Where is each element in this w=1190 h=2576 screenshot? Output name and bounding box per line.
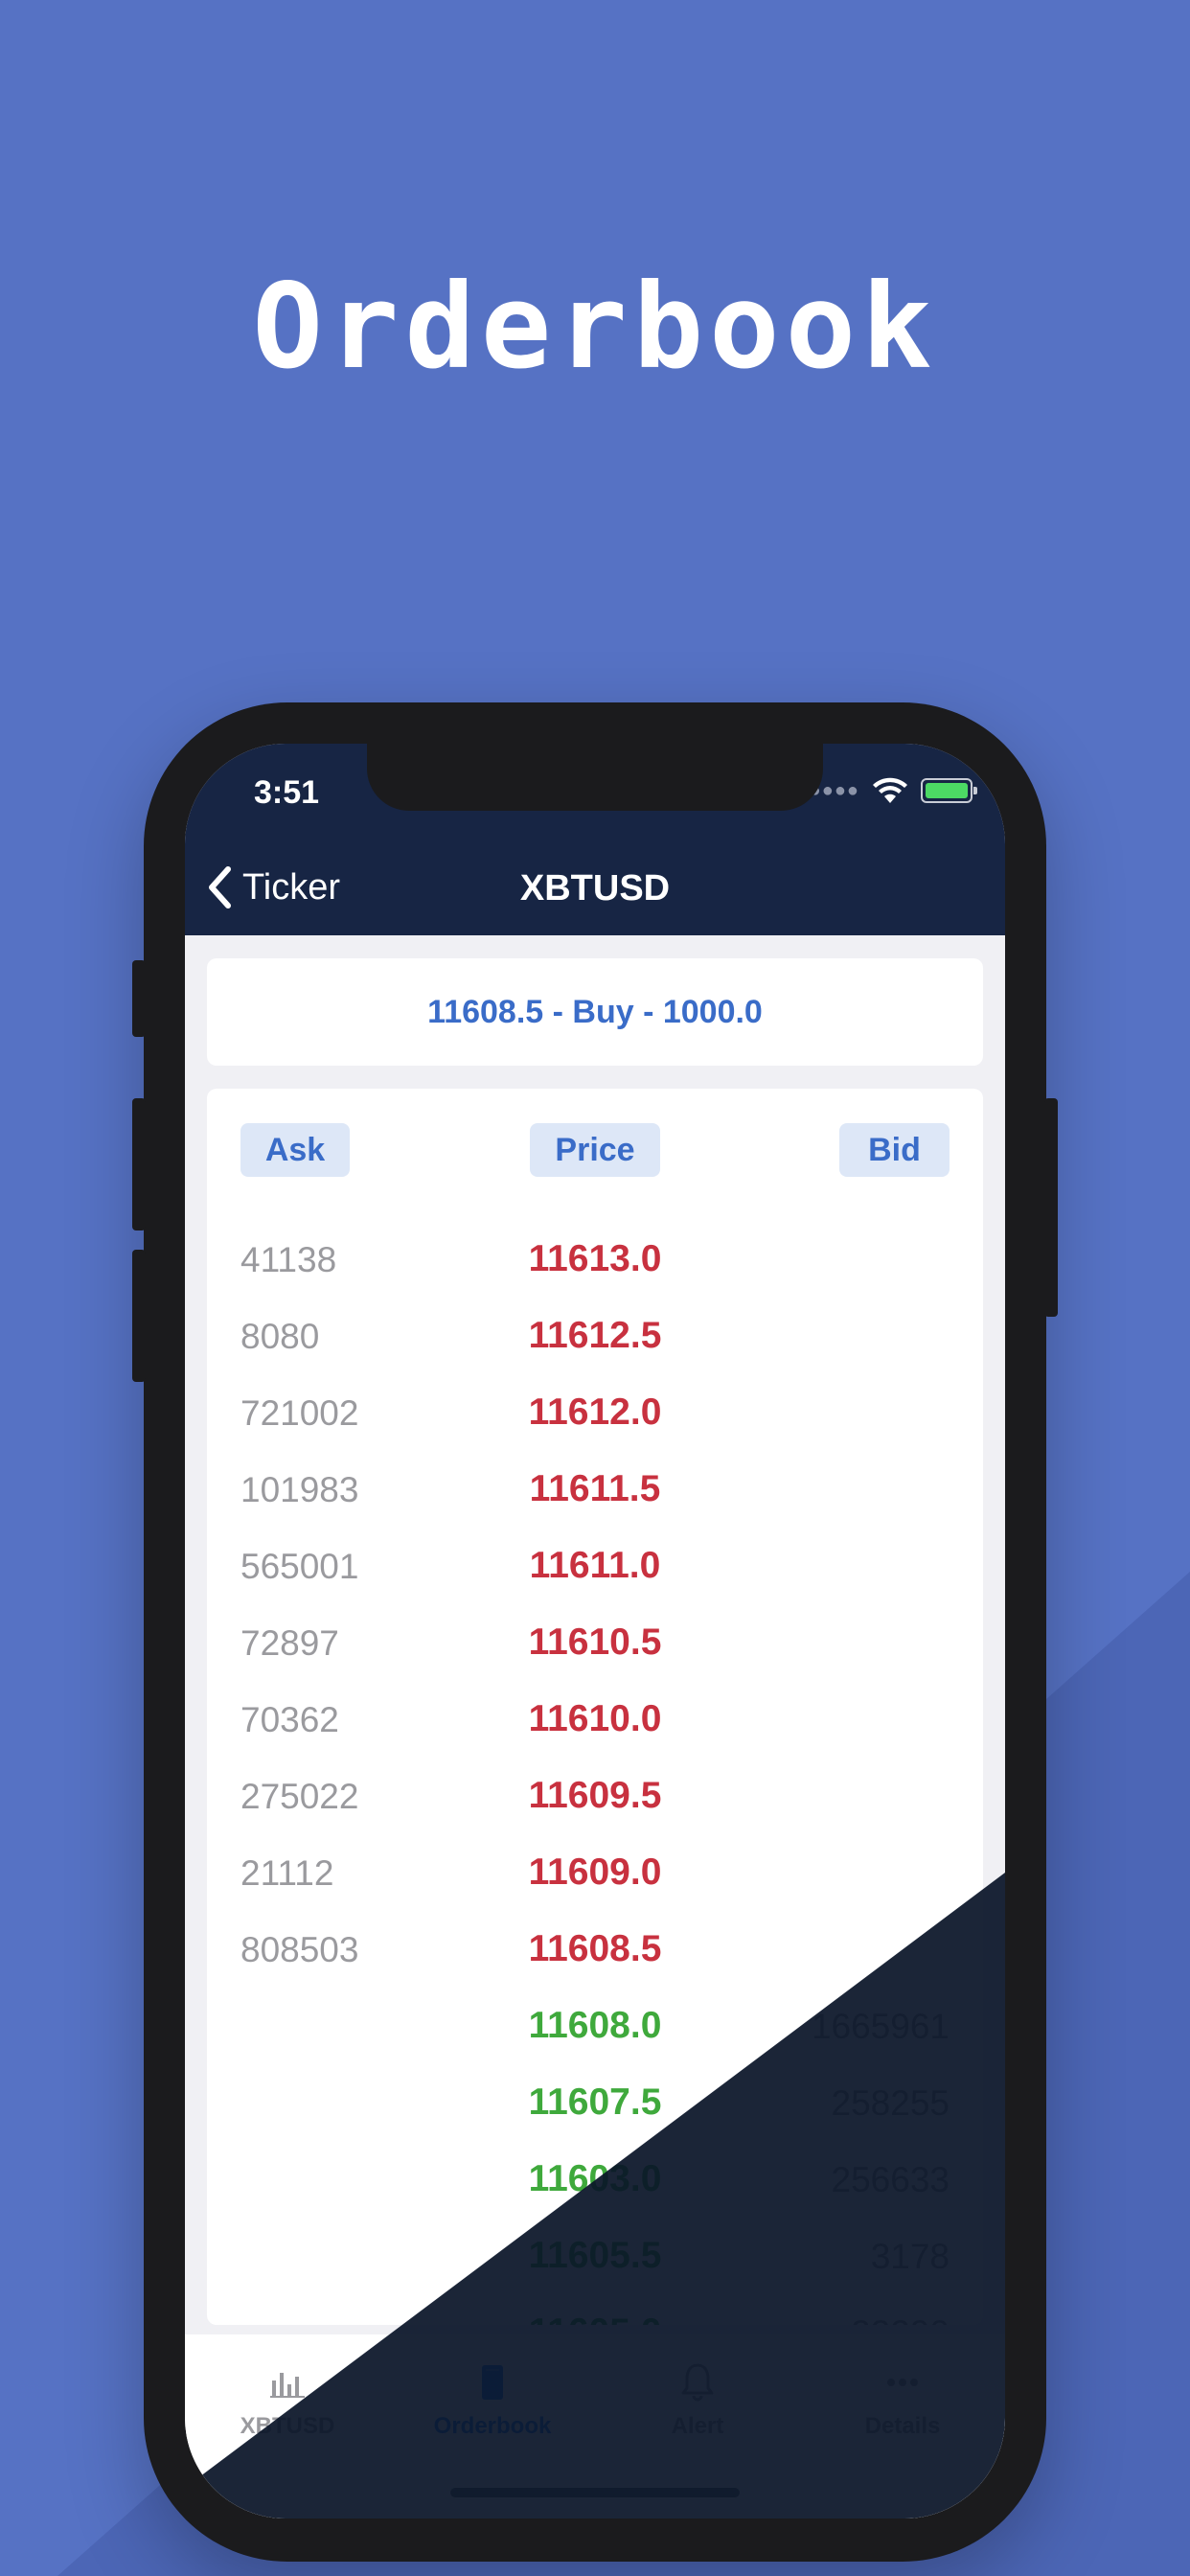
orderbook-row-bid: 11608.0 1665961 bbox=[207, 1990, 983, 2066]
column-header-ask[interactable]: Ask bbox=[240, 1123, 350, 1177]
orderbook-row-bid: 11603.0 256633 bbox=[207, 2143, 983, 2220]
bid-size: 1665961 bbox=[811, 2007, 950, 2046]
navigation-bar: Ticker XBTUSD bbox=[185, 840, 1005, 935]
tab-label: Details bbox=[864, 2413, 941, 2439]
orderbook-table[interactable]: Ask Price Bid 41138 11613.0 8080 11612.5 721… bbox=[207, 1089, 983, 2325]
phone-notch bbox=[367, 744, 823, 811]
ask-price: 11612.5 bbox=[528, 1315, 662, 1356]
orderbook-row-ask: 565001 11611.0 bbox=[207, 1530, 983, 1606]
orderbook-row-ask: 275022 11609.5 bbox=[207, 1760, 983, 1836]
phone-power-button bbox=[1044, 1098, 1058, 1317]
ask-price: 11610.0 bbox=[528, 1698, 662, 1739]
tab-details[interactable]: Details bbox=[800, 2334, 1005, 2518]
ask-price: 11611.5 bbox=[529, 1468, 661, 1509]
chart-icon bbox=[270, 2373, 305, 2398]
battery-icon bbox=[921, 778, 977, 803]
orderbook-row-bid: 11607.5 258255 bbox=[207, 2066, 983, 2143]
tab-label: XBTUSD bbox=[240, 2413, 335, 2439]
ask-price: 11609.0 bbox=[528, 1852, 662, 1893]
ask-price: 11610.5 bbox=[528, 1622, 662, 1663]
bell-icon bbox=[681, 2363, 714, 2402]
wifi-icon bbox=[873, 777, 907, 803]
ask-price: 11609.5 bbox=[528, 1775, 662, 1816]
bid-price: 11605.5 bbox=[528, 2235, 662, 2276]
phone-screen: 3:51 ●●●● Ticker XBTUSD 11608.5 - Buy - … bbox=[185, 744, 1005, 2518]
orderbook-row-ask: 8080 11612.5 bbox=[207, 1300, 983, 1376]
bid-size: 22290 bbox=[851, 2313, 950, 2325]
orderbook-row-ask: 41138 11613.0 bbox=[207, 1223, 983, 1300]
orderbook-row-ask: 101983 11611.5 bbox=[207, 1453, 983, 1530]
page-headline: Orderbook bbox=[252, 259, 938, 395]
main-content: 11608.5 - Buy - 1000.0 Ask Price Bid 411… bbox=[185, 935, 1005, 2334]
orderbook-row-ask: 721002 11612.0 bbox=[207, 1376, 983, 1453]
status-icons: ●●●● bbox=[810, 774, 977, 807]
orderbook-row-ask: 808503 11608.5 bbox=[207, 1913, 983, 1990]
nav-title: XBTUSD bbox=[519, 868, 671, 908]
column-header-price[interactable]: Price bbox=[530, 1123, 660, 1177]
bid-size: 258255 bbox=[831, 2083, 950, 2123]
phone-volume-down bbox=[132, 1250, 146, 1382]
status-time: 3:51 bbox=[254, 774, 320, 811]
column-header-bid[interactable]: Bid bbox=[839, 1123, 950, 1177]
ask-price: 11612.0 bbox=[528, 1392, 662, 1433]
more-icon bbox=[887, 2379, 918, 2386]
orderbook-row-ask: 72897 11610.5 bbox=[207, 1606, 983, 1683]
bid-size: 3178 bbox=[870, 2237, 950, 2276]
bid-size: 256633 bbox=[831, 2160, 950, 2199]
orderbook-row-ask: 21112 11609.0 bbox=[207, 1836, 983, 1913]
book-icon bbox=[482, 2365, 503, 2400]
tab-label: Orderbook bbox=[433, 2413, 552, 2439]
ask-price: 11613.0 bbox=[528, 1238, 662, 1279]
ask-price: 11608.5 bbox=[528, 1928, 662, 1969]
orderbook-row-bid: 11605.022290 bbox=[207, 2296, 983, 2325]
orderbook-row-bid: 11605.5 3178 bbox=[207, 2220, 983, 2296]
phone-mute-switch bbox=[132, 960, 146, 1037]
last-trade-text: 11608.5 - Buy - 1000.0 bbox=[427, 993, 763, 1030]
tab-xbtusd[interactable]: XBTUSD bbox=[185, 2334, 390, 2518]
tab-label: Alert bbox=[671, 2413, 724, 2439]
ask-price: 11611.0 bbox=[529, 1545, 661, 1586]
home-indicator[interactable] bbox=[450, 2488, 740, 2497]
phone-volume-up bbox=[132, 1098, 146, 1230]
last-trade-card: 11608.5 - Buy - 1000.0 bbox=[207, 958, 983, 1066]
orderbook-row-ask: 70362 11610.0 bbox=[207, 1683, 983, 1760]
